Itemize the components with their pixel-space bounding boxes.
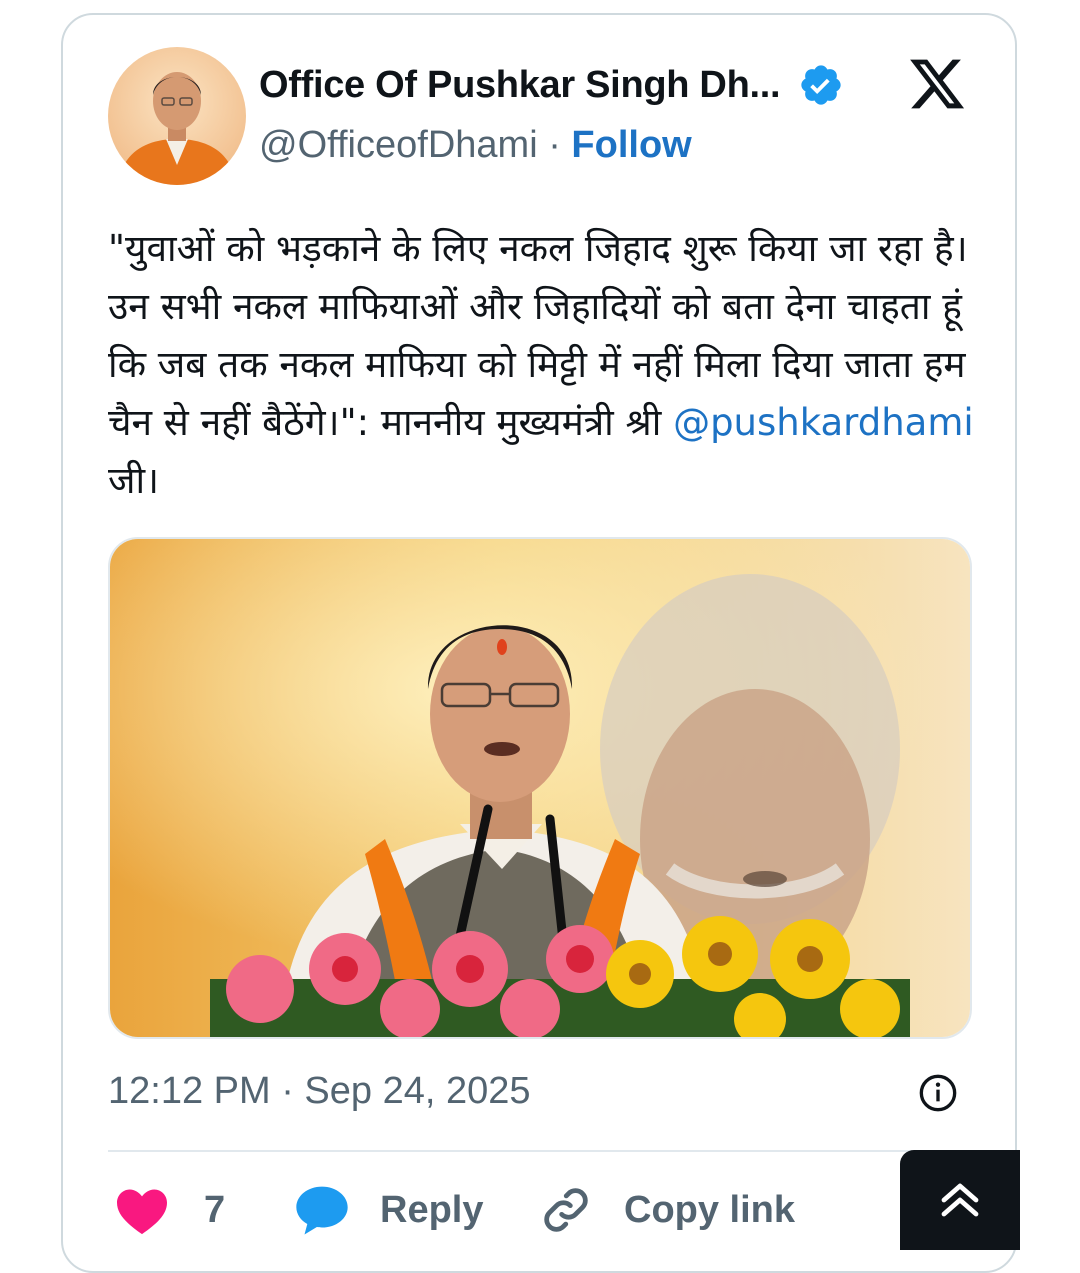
- double-chevron-up-icon: [941, 1183, 979, 1217]
- divider: [108, 1150, 972, 1152]
- info-icon[interactable]: [918, 1073, 958, 1113]
- heart-icon: [117, 1189, 167, 1235]
- reply-label: Reply: [380, 1188, 484, 1231]
- follow-button[interactable]: Follow: [571, 124, 691, 166]
- like-count: 7: [204, 1188, 226, 1231]
- speech-bubble-icon: [296, 1186, 348, 1235]
- avatar[interactable]: [108, 47, 246, 185]
- copy-link-label: Copy link: [624, 1188, 796, 1231]
- reply-button[interactable]: Reply: [294, 1180, 483, 1240]
- handle-row: @OfficeofDhami · Follow: [259, 124, 692, 167]
- tweet-text: "युवाओं को भड़काने के लिए नकल जिहाद शुरू…: [108, 220, 988, 510]
- mention-link[interactable]: @pushkardhami: [673, 401, 974, 444]
- scroll-to-top-button[interactable]: [900, 1150, 1020, 1250]
- verified-badge-icon: [801, 65, 841, 105]
- separator-dot: ·: [548, 124, 572, 166]
- x-logo-icon[interactable]: [905, 54, 969, 114]
- author-name[interactable]: Office Of Pushkar Singh Dh...: [259, 64, 781, 107]
- like-button[interactable]: 7: [114, 1180, 225, 1240]
- link-icon: [544, 1188, 588, 1232]
- author-row: Office Of Pushkar Singh Dh...: [259, 62, 844, 108]
- copy-link-button[interactable]: Copy link: [540, 1180, 795, 1240]
- author-handle[interactable]: @OfficeofDhami: [259, 124, 538, 166]
- action-bar: 7 Reply Copy link: [108, 1180, 888, 1240]
- tweet-text-end: जी।: [108, 459, 160, 502]
- post-timestamp[interactable]: 12:12 PM · Sep 24, 2025: [108, 1070, 531, 1113]
- tweet-photo[interactable]: [108, 537, 972, 1039]
